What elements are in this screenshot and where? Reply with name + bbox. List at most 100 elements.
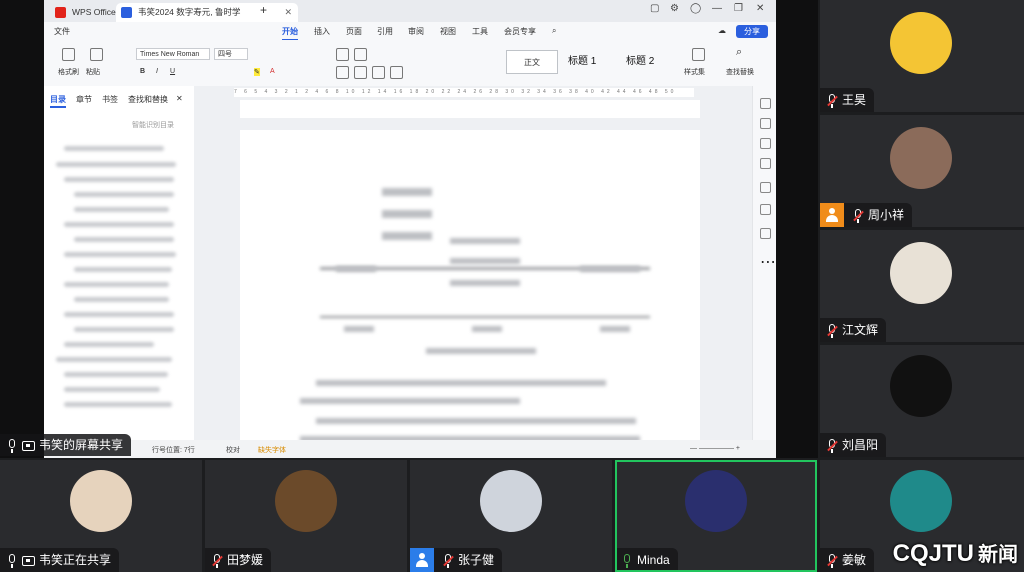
pen-icon[interactable] bbox=[760, 118, 771, 129]
diagram-node bbox=[580, 266, 640, 272]
font-size-select[interactable]: 四号 bbox=[214, 48, 248, 60]
toc-entry[interactable] bbox=[64, 252, 176, 257]
panel-tab-find-replace[interactable]: 查找和替换 bbox=[128, 94, 168, 105]
number-list-icon[interactable] bbox=[354, 48, 367, 61]
close-window-icon[interactable]: ✕ bbox=[756, 3, 764, 14]
menu-tab-review[interactable]: 审阅 bbox=[408, 26, 424, 37]
diagram-node bbox=[382, 210, 432, 218]
panel-tab-toc[interactable]: 目录 bbox=[50, 94, 66, 108]
find-icon[interactable]: ⌕ bbox=[736, 46, 742, 59]
microphone-muted-icon bbox=[440, 553, 456, 569]
new-tab-icon[interactable]: + bbox=[260, 3, 267, 17]
styles-set-icon[interactable] bbox=[692, 48, 705, 61]
share-button[interactable]: 分享 bbox=[736, 25, 768, 38]
panel-tab-bookmarks[interactable]: 书签 bbox=[102, 94, 118, 105]
participant-tile[interactable]: 周小祥 bbox=[820, 115, 1024, 227]
participant-name: 江文辉 bbox=[842, 323, 879, 337]
news-watermark: CQJTU 新闻 bbox=[893, 538, 1018, 568]
toc-entry[interactable] bbox=[64, 372, 168, 377]
proofread-status[interactable]: 校对 bbox=[226, 445, 240, 455]
participant-tile[interactable]: 刘昌阳 bbox=[820, 345, 1024, 457]
close-icon[interactable]: ✕ bbox=[284, 3, 292, 22]
participant-tile[interactable]: 田梦媛 bbox=[205, 460, 407, 572]
settings-icon[interactable]: ⚙ bbox=[670, 3, 679, 14]
toc-entry[interactable] bbox=[64, 146, 164, 151]
more-icon[interactable]: ⋯ bbox=[760, 252, 776, 271]
toc-detect-button[interactable]: 智能识别目录 bbox=[132, 120, 174, 130]
menu-tab-view[interactable]: 视图 bbox=[440, 26, 456, 37]
font-color-icon[interactable]: A bbox=[270, 68, 275, 75]
font-family-select[interactable]: Times New Roman bbox=[136, 48, 210, 60]
format-painter-icon[interactable] bbox=[62, 48, 75, 61]
user-icon[interactable]: ◯ bbox=[690, 3, 701, 14]
menu-tab-tools[interactable]: 工具 bbox=[472, 26, 488, 37]
bullet-list-icon[interactable] bbox=[336, 48, 349, 61]
menu-tab-home[interactable]: 开始 bbox=[282, 26, 298, 41]
style-heading-1[interactable]: 标题 1 bbox=[568, 50, 596, 74]
tab-label: 韦笑2024 数字寿元, 鲁时学 bbox=[138, 7, 241, 17]
toc-entry[interactable] bbox=[64, 387, 160, 392]
tab-document[interactable]: 韦笑2024 数字寿元, 鲁时学 ✕ bbox=[116, 3, 298, 22]
tools-icon[interactable] bbox=[760, 204, 771, 215]
toc-entry[interactable] bbox=[64, 177, 174, 182]
cloud-icon[interactable]: ☁ bbox=[718, 26, 726, 35]
help-icon[interactable] bbox=[760, 228, 771, 239]
toc-entry[interactable] bbox=[74, 192, 174, 197]
toc-entry[interactable] bbox=[74, 327, 174, 332]
toc-entry[interactable] bbox=[64, 222, 174, 227]
close-panel-icon[interactable]: ✕ bbox=[176, 94, 183, 103]
restore-icon[interactable]: ❐ bbox=[734, 3, 743, 14]
participant-tile[interactable]: 王昊 bbox=[820, 0, 1024, 112]
toc-entry[interactable] bbox=[74, 297, 169, 302]
toc-entry[interactable] bbox=[56, 162, 176, 167]
toc-entry[interactable] bbox=[64, 312, 174, 317]
paste-icon[interactable] bbox=[90, 48, 103, 61]
microphone-icon bbox=[4, 553, 20, 569]
participant-tile[interactable]: 韦笑正在共享 bbox=[0, 460, 202, 572]
toc-entry[interactable] bbox=[74, 207, 169, 212]
style-normal[interactable]: 正文 bbox=[506, 50, 558, 74]
participant-tile-active-speaker[interactable]: Minda bbox=[615, 460, 817, 572]
shared-screen: WPS Office 韦笑2024 数字寿元, 鲁时学 ✕ + ▢ ⚙ ◯ — … bbox=[44, 0, 776, 458]
toc-entry[interactable] bbox=[56, 357, 172, 362]
avatar bbox=[890, 355, 952, 417]
justify-icon[interactable] bbox=[390, 66, 403, 79]
image-icon[interactable] bbox=[760, 182, 771, 193]
toc-entry[interactable] bbox=[64, 402, 172, 407]
underline-icon[interactable]: U bbox=[170, 68, 175, 75]
participant-tile[interactable]: 张子健 bbox=[410, 460, 612, 572]
align-right-icon[interactable] bbox=[372, 66, 385, 79]
avatar bbox=[890, 12, 952, 74]
minimize-icon[interactable]: — bbox=[712, 3, 722, 14]
panel-tab-sections[interactable]: 章节 bbox=[76, 94, 92, 105]
toc-entry[interactable] bbox=[74, 267, 172, 272]
minimize-rail-icon[interactable] bbox=[760, 98, 771, 109]
participant-tile[interactable]: 姜敏 CQJTU 新闻 bbox=[820, 460, 1024, 572]
italic-icon[interactable]: I bbox=[156, 68, 158, 75]
translate-icon[interactable] bbox=[760, 158, 771, 169]
document-canvas[interactable]: 7 6 5 4 3 2 1 2 4 6 8 10 12 14 16 18 20 … bbox=[194, 86, 776, 450]
menu-tab-member[interactable]: 会员专享 bbox=[504, 26, 536, 37]
horizontal-ruler[interactable]: 7 6 5 4 3 2 1 2 4 6 8 10 12 14 16 18 20 … bbox=[234, 88, 694, 97]
style-heading-2[interactable]: 标题 2 bbox=[626, 50, 654, 74]
zoom-slider[interactable]: — ————— + bbox=[690, 445, 740, 452]
highlight-icon[interactable]: ✎ bbox=[254, 68, 260, 76]
align-left-icon[interactable] bbox=[336, 66, 349, 79]
select-icon[interactable] bbox=[760, 138, 771, 149]
missing-font-warning[interactable]: 缺失字体 bbox=[258, 445, 286, 455]
document-page[interactable] bbox=[240, 130, 700, 450]
menu-file[interactable]: 文件 bbox=[54, 26, 70, 37]
participant-tile[interactable]: 江文辉 bbox=[820, 230, 1024, 342]
window-layout-icon[interactable]: ▢ bbox=[650, 3, 659, 14]
microphone-active-icon bbox=[619, 553, 635, 569]
diagram-label bbox=[344, 326, 374, 332]
toc-entry[interactable] bbox=[64, 282, 169, 287]
search-icon[interactable]: ⌕ bbox=[552, 26, 556, 36]
menu-tab-page[interactable]: 页面 bbox=[346, 26, 362, 37]
menu-tab-references[interactable]: 引用 bbox=[377, 26, 393, 37]
bold-icon[interactable]: B bbox=[140, 68, 145, 75]
toc-entry[interactable] bbox=[74, 237, 174, 242]
toc-entry[interactable] bbox=[64, 342, 154, 347]
menu-tab-insert[interactable]: 插入 bbox=[314, 26, 330, 37]
align-center-icon[interactable] bbox=[354, 66, 367, 79]
